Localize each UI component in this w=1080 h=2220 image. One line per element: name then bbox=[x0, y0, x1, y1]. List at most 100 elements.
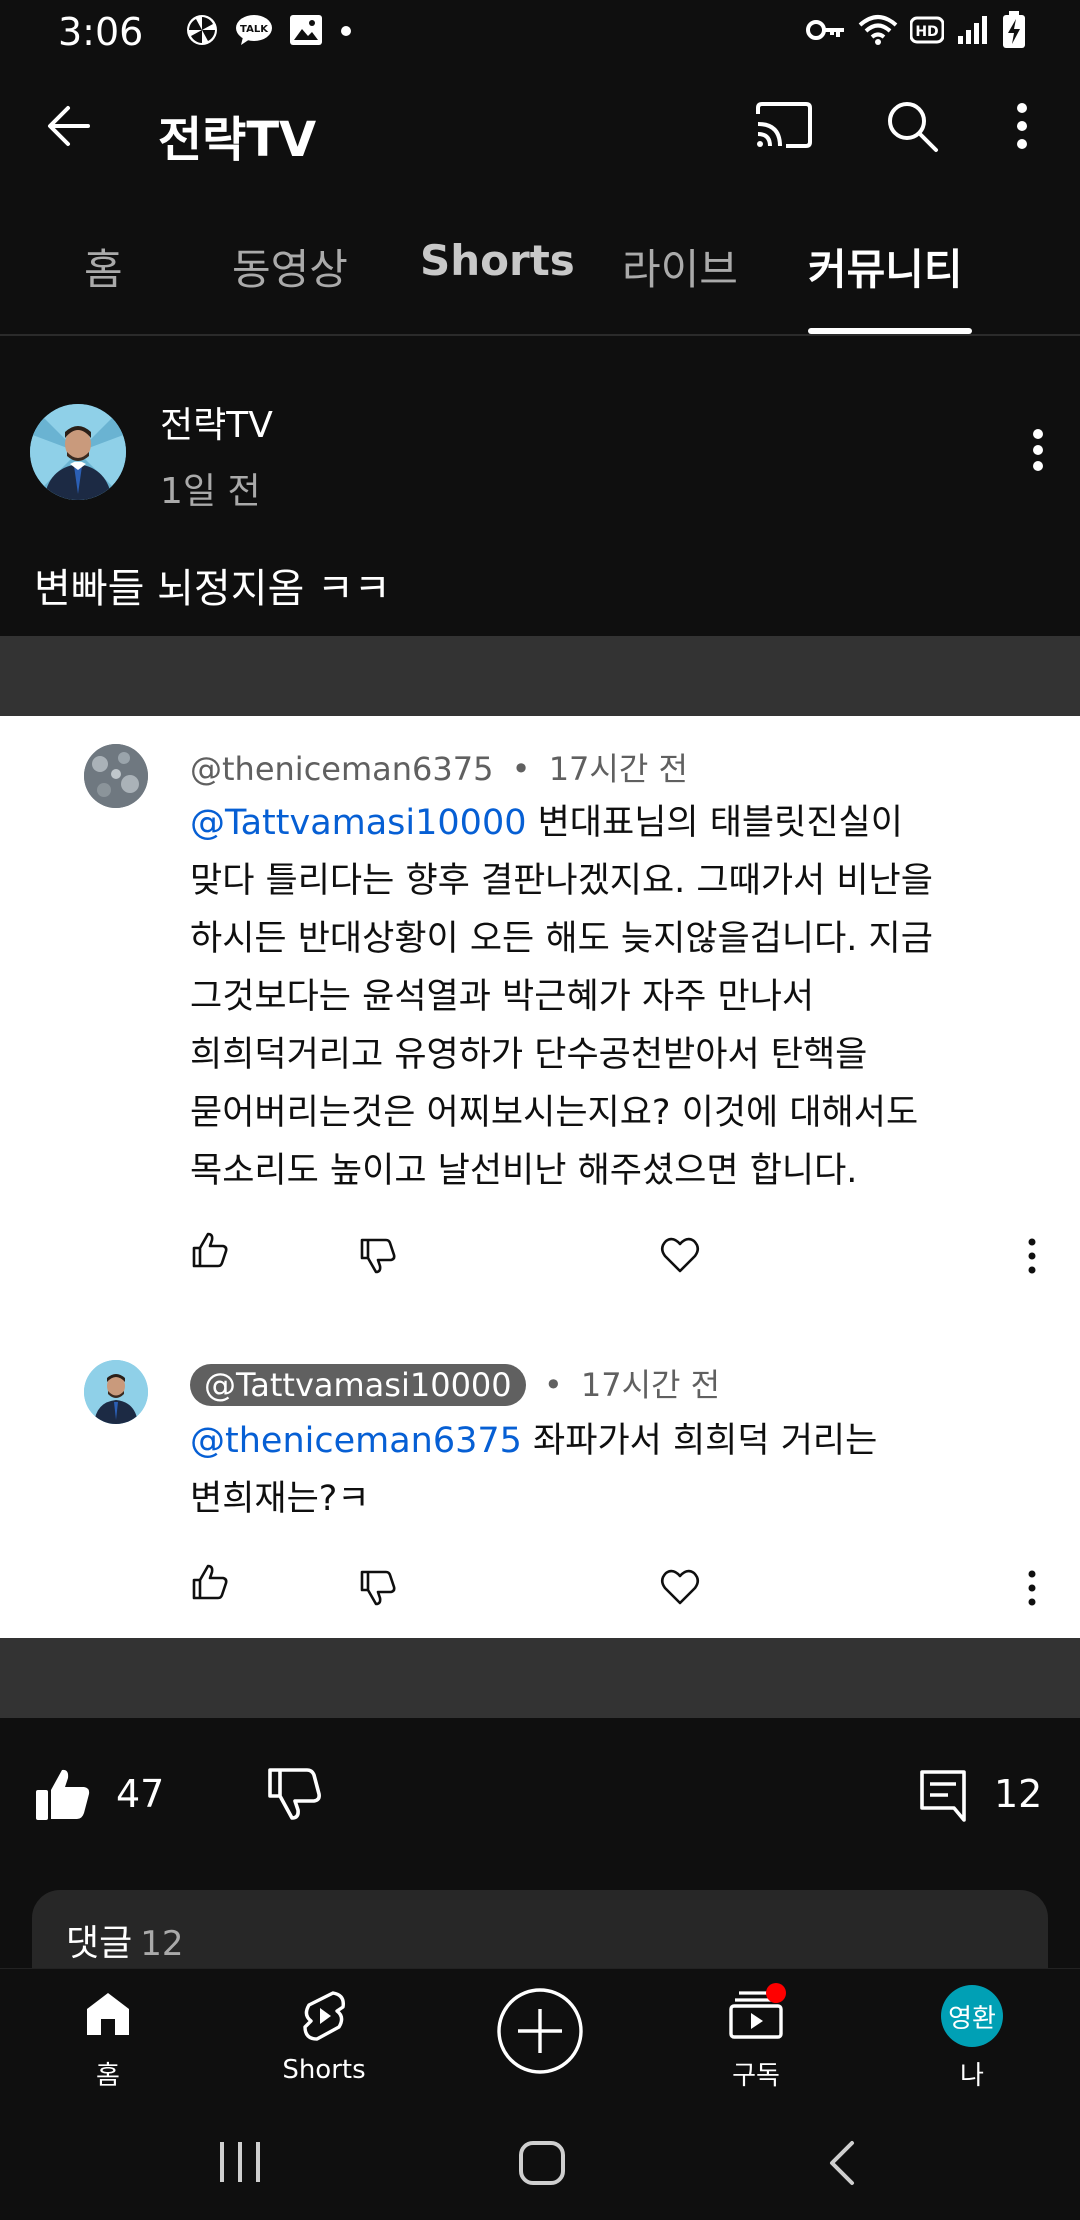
tab-live[interactable]: 라이브 bbox=[622, 236, 738, 297]
tab-shorts[interactable]: Shorts bbox=[420, 236, 575, 285]
search-button[interactable] bbox=[880, 94, 944, 158]
talk-icon: TALK bbox=[235, 13, 273, 51]
hd-badge: HD bbox=[915, 24, 938, 40]
nav-me-label: 나 bbox=[960, 2061, 984, 2091]
nav-home-label: 홈 bbox=[96, 2061, 120, 2091]
comment-line: @theniceman6375 좌파가서 희희덕 거리는 bbox=[190, 1412, 1080, 1470]
nav-subscriptions[interactable]: 구독 bbox=[686, 1969, 826, 2099]
channel-title: 전략TV bbox=[158, 112, 317, 168]
comment-count: 12 bbox=[994, 1772, 1043, 1816]
thumbs-down-icon bbox=[268, 1768, 321, 1820]
comments-button[interactable] bbox=[918, 1768, 968, 1822]
thumbs-up-icon bbox=[190, 1562, 230, 1606]
shorts-icon bbox=[303, 1991, 345, 2041]
comment-mention: @Tattvamasi10000 bbox=[190, 803, 527, 843]
status-bar: 3:06 TALK HD bbox=[0, 0, 1080, 64]
comment-body: @Tattvamasi10000 변대표님의 태블릿진실이 맞다 틀리다는 향후… bbox=[190, 794, 1080, 1200]
talk-badge: TALK bbox=[240, 24, 269, 35]
more-vert-icon bbox=[1024, 1236, 1040, 1280]
meta-separator: • bbox=[511, 750, 531, 788]
comment-line: @Tattvamasi10000 변대표님의 태블릿진실이 bbox=[190, 794, 1080, 852]
back-button[interactable] bbox=[40, 96, 110, 156]
commenter-avatar bbox=[84, 744, 148, 808]
nav-me[interactable]: 영환 나 bbox=[902, 1969, 1042, 2099]
post-author-name[interactable]: 전략TV bbox=[160, 396, 273, 448]
comment-line: 변희재는?ㅋ bbox=[190, 1479, 370, 1519]
thumbs-up-icon bbox=[36, 1769, 90, 1820]
cast-button[interactable] bbox=[752, 96, 816, 156]
tab-community[interactable]: 커뮤니티 bbox=[808, 236, 963, 297]
system-back-button[interactable] bbox=[826, 2140, 858, 2190]
more-vert-icon bbox=[1033, 429, 1043, 471]
commenter-avatar bbox=[84, 1360, 148, 1424]
tab-active-indicator bbox=[808, 328, 972, 334]
meta-separator: • bbox=[543, 1366, 563, 1404]
comment-line: 그것보다는 윤석열과 박근혜가 자주 만나서 bbox=[190, 977, 815, 1017]
post-more-button[interactable] bbox=[1020, 420, 1056, 480]
comment-screenshot: @theniceman6375 • 17시간 전 @Tattvamasi1000… bbox=[0, 716, 1080, 1638]
comment-line: 하시든 반대상황이 오든 해도 늦지않을겁니다. 지금 bbox=[190, 919, 933, 959]
plus-circle-icon bbox=[497, 1988, 583, 2074]
thumbs-up-icon bbox=[190, 1230, 230, 1274]
like-count: 47 bbox=[116, 1772, 165, 1816]
heart-icon bbox=[660, 1568, 700, 1610]
home-system-button[interactable] bbox=[518, 2140, 566, 2190]
comment-meta: @theniceman6375 • 17시간 전 bbox=[190, 744, 688, 790]
status-right-icons: HD bbox=[806, 11, 1026, 52]
recents-icon bbox=[220, 2142, 260, 2182]
cast-icon bbox=[756, 102, 812, 148]
comment-mention: @theniceman6375 bbox=[190, 1421, 522, 1461]
nav-home[interactable]: 홈 bbox=[38, 1969, 178, 2099]
tab-videos[interactable]: 동영상 bbox=[232, 236, 348, 297]
thumbs-down-icon bbox=[358, 1236, 398, 1280]
wifi-icon bbox=[858, 13, 898, 51]
comment-handle-owner: @Tattvamasi10000 bbox=[190, 1364, 526, 1406]
comment-icon bbox=[920, 1770, 966, 1822]
me-avatar: 영환 bbox=[941, 1985, 1003, 2047]
comment-time: 17시간 전 bbox=[580, 1366, 721, 1404]
comment-handle: @theniceman6375 bbox=[190, 750, 494, 788]
signal-icon bbox=[956, 14, 990, 50]
search-icon bbox=[888, 102, 938, 152]
chevron-left-icon bbox=[830, 2141, 854, 2185]
divider-band bbox=[0, 636, 1080, 716]
comment-meta: @Tattvamasi10000 • 17시간 전 bbox=[190, 1360, 720, 1406]
comments-title: 댓글 bbox=[66, 1923, 133, 1964]
heart-icon bbox=[660, 1236, 700, 1278]
comment-text-first: 좌파가서 희희덕 거리는 bbox=[521, 1421, 878, 1461]
post-text: 변빠들 뇌정지옴 ㅋㅋ bbox=[34, 566, 391, 612]
hd-icon: HD bbox=[909, 15, 945, 49]
comment-line: 맞다 틀리다는 향후 결판나겠지요. 그때가서 비난을 bbox=[190, 861, 933, 901]
nav-shorts-label: Shorts bbox=[282, 2055, 366, 2085]
like-button[interactable] bbox=[34, 1766, 92, 1822]
home-icon bbox=[87, 1993, 129, 2035]
system-nav-bar bbox=[0, 2098, 1080, 2220]
status-time: 3:06 bbox=[58, 10, 144, 54]
notification-dot bbox=[766, 1983, 786, 2003]
comment-line: 목소리도 높이고 날선비난 해주셨으면 합니다. bbox=[190, 1151, 858, 1191]
recents-button[interactable] bbox=[216, 2140, 264, 2188]
comment-line: 묻어버리는것은 어찌보시는지요? 이것에 대해서도 bbox=[190, 1093, 919, 1133]
bottom-nav: 홈 Shorts 구독 영환 나 bbox=[0, 1968, 1080, 2098]
comment-body: @theniceman6375 좌파가서 희희덕 거리는 변희재는?ㅋ bbox=[190, 1412, 1080, 1528]
key-icon bbox=[806, 15, 846, 49]
pinwheel-icon bbox=[185, 13, 219, 51]
nav-shorts[interactable]: Shorts bbox=[254, 1969, 394, 2099]
channel-tabs: 홈 동영상 Shorts 라이브 커뮤니티 bbox=[0, 200, 1080, 336]
more-vert-icon bbox=[1017, 103, 1027, 149]
comments-section-count: 12 bbox=[140, 1924, 184, 1964]
post-time: 1일 전 bbox=[160, 471, 261, 512]
comment-text-first: 변대표님의 태블릿진실이 bbox=[526, 803, 903, 843]
comment-line: 희희덕거리고 유영하가 단수공천받아서 탄핵을 bbox=[190, 1035, 868, 1075]
dislike-button[interactable] bbox=[266, 1766, 324, 1822]
tab-home[interactable]: 홈 bbox=[84, 236, 123, 297]
thumbs-down-icon bbox=[358, 1568, 398, 1612]
dot-icon bbox=[339, 23, 353, 42]
create-button[interactable] bbox=[496, 1987, 584, 2075]
gallery-icon bbox=[289, 14, 323, 50]
square-home-icon bbox=[519, 2141, 565, 2185]
post-author-avatar[interactable] bbox=[30, 404, 126, 500]
comments-label: 댓글 12 bbox=[66, 1914, 184, 1966]
more-options-button[interactable] bbox=[1000, 94, 1044, 158]
more-vert-icon bbox=[1024, 1568, 1040, 1612]
